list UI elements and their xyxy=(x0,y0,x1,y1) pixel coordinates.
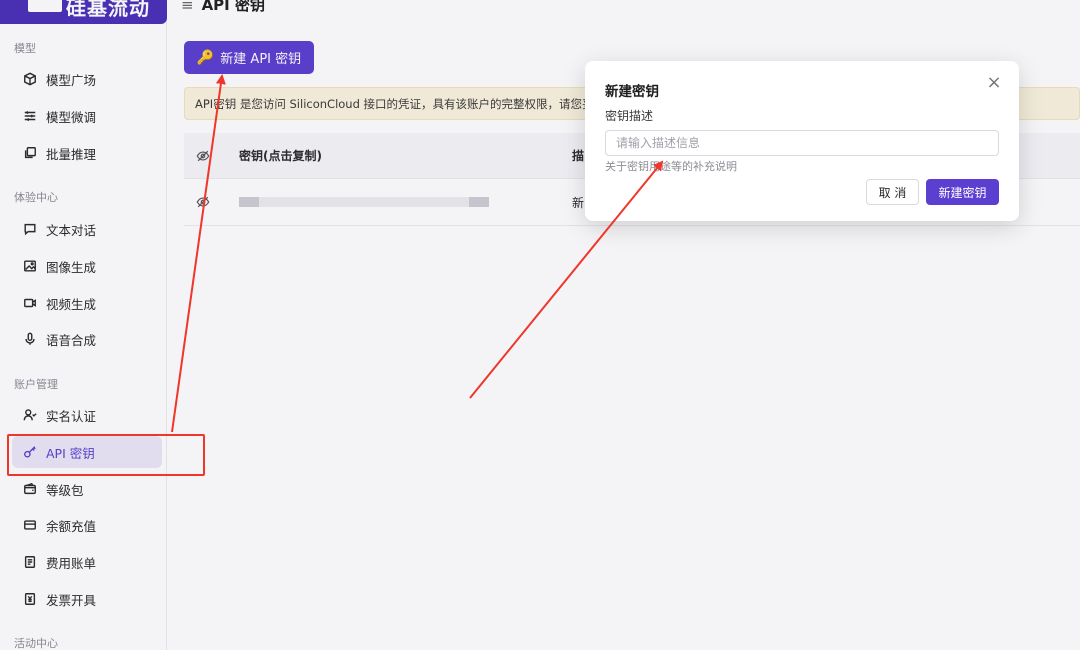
key-description-label: 密钥描述 xyxy=(605,109,654,123)
dialog-title: 新建密钥 xyxy=(605,84,659,100)
new-key-dialog: 新建密钥 × 密钥描述 关于密钥用途等的补充说明 取 消 新建密钥 xyxy=(585,61,1019,221)
cancel-button[interactable]: 取 消 xyxy=(866,179,919,205)
key-description-input[interactable] xyxy=(605,130,999,156)
close-icon[interactable]: × xyxy=(985,74,1003,92)
highlight-api-keys-item xyxy=(7,434,205,476)
create-key-button[interactable]: 新建密钥 xyxy=(926,179,999,205)
key-description-help: 关于密钥用途等的补充说明 xyxy=(605,160,737,173)
